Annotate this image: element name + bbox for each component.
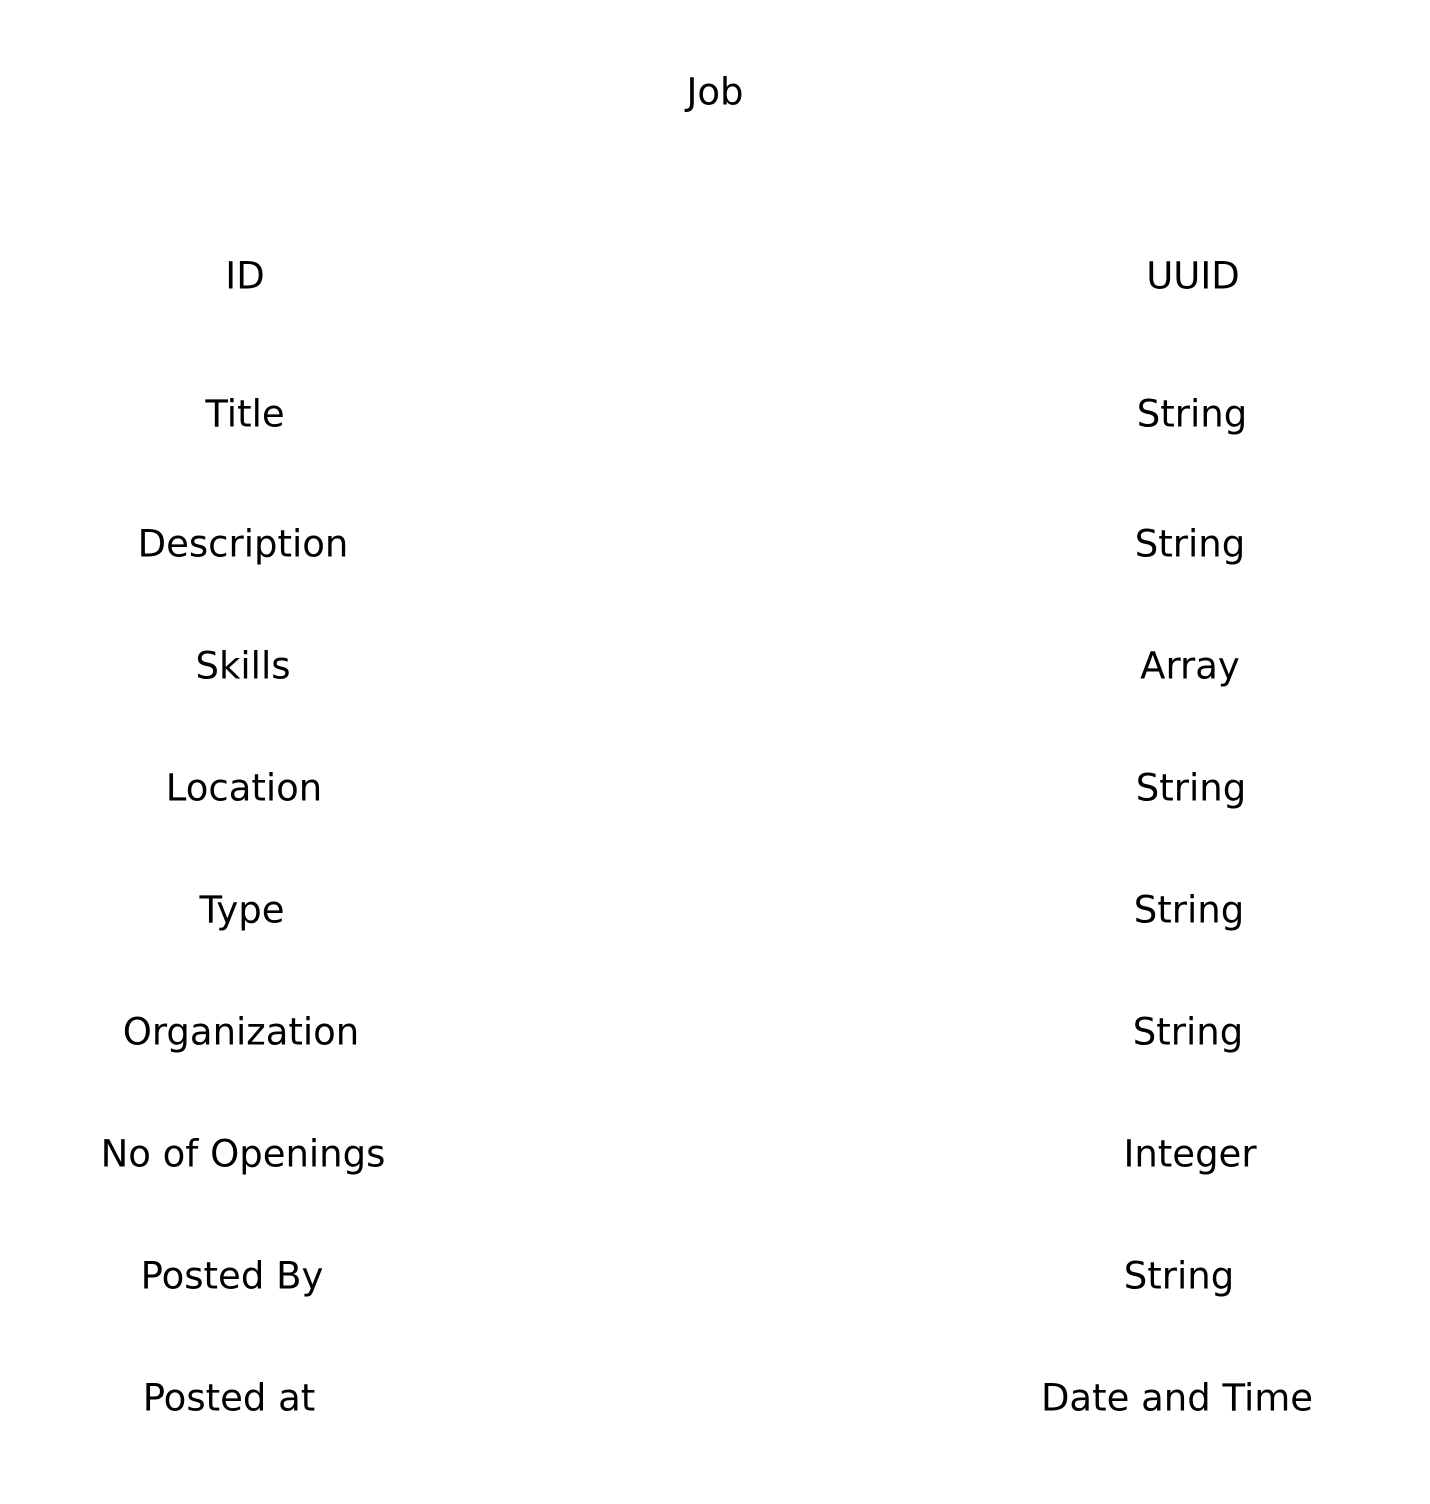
field-name: Skills — [195, 644, 291, 688]
field-name: Location — [165, 766, 323, 810]
field-row-type: Type String — [0, 880, 1430, 940]
field-name: No of Openings — [100, 1132, 386, 1176]
field-name: ID — [225, 254, 265, 298]
field-type: Integer — [1123, 1132, 1257, 1176]
field-name: Type — [199, 888, 285, 932]
field-row-description: Description String — [0, 514, 1430, 574]
field-row-skills: Skills Array — [0, 636, 1430, 696]
field-name: Description — [137, 522, 349, 566]
field-row-organization: Organization String — [0, 1002, 1430, 1062]
field-row-title: Title String — [0, 384, 1430, 444]
job-entity: Job ID UUID Title String Description Str… — [0, 0, 1430, 1504]
field-row-posted-at: Posted at Date and Time — [0, 1368, 1430, 1428]
field-type: String — [1133, 888, 1245, 932]
field-row-location: Location String — [0, 758, 1430, 818]
field-type: String — [1135, 766, 1247, 810]
field-type: String — [1123, 1254, 1235, 1298]
field-type: UUID — [1146, 254, 1240, 298]
field-name: Posted at — [142, 1376, 316, 1420]
field-row-id: ID UUID — [0, 246, 1430, 306]
field-row-posted-by: Posted By String — [0, 1246, 1430, 1306]
field-type: Date and Time — [1040, 1376, 1314, 1420]
field-name: Posted By — [140, 1254, 324, 1298]
field-type: String — [1132, 1010, 1244, 1054]
entity-title: Job — [686, 70, 744, 114]
field-name: Organization — [122, 1010, 360, 1054]
field-row-no-of-openings: No of Openings Integer — [0, 1124, 1430, 1184]
field-name: Title — [205, 392, 285, 436]
field-type: Array — [1140, 644, 1240, 688]
field-type: String — [1134, 522, 1246, 566]
field-type: String — [1136, 392, 1248, 436]
